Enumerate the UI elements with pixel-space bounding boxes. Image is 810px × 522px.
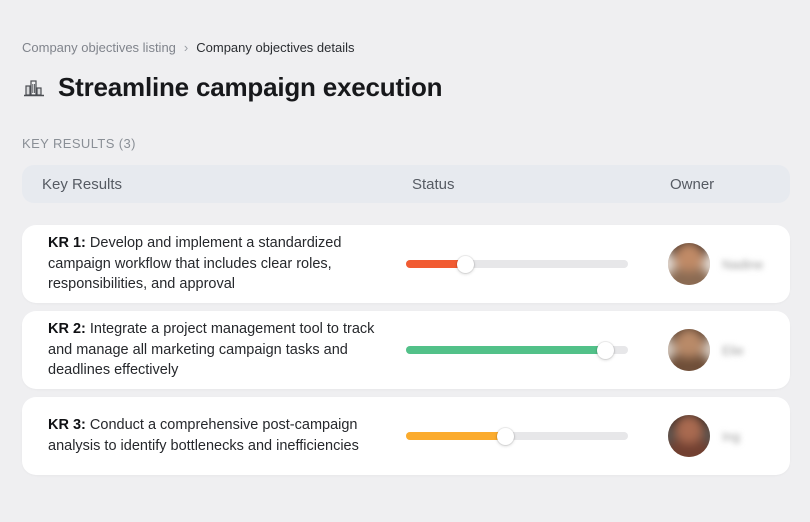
kr2-owner-avatar [668, 329, 710, 371]
column-header-status: Status [412, 175, 455, 193]
table-body: KR 1: Develop and implement a standardiz… [22, 225, 790, 475]
table-row-kr1[interactable]: KR 1: Develop and implement a standardiz… [22, 225, 790, 303]
breadcrumb: Company objectives listing › Company obj… [22, 39, 790, 56]
table-row-kr2[interactable]: KR 2: Integrate a project management too… [22, 311, 790, 389]
column-header-owner: Owner [670, 175, 715, 193]
kr1-label: KR 1: [48, 235, 86, 252]
kr2-description: KR 2: Integrate a project management too… [22, 319, 406, 381]
slider-fill [406, 346, 606, 354]
chevron-right-icon: › [183, 39, 189, 55]
slider-fill [406, 432, 506, 440]
slider-thumb[interactable] [456, 255, 474, 273]
kr1-owner-cell: Nadine [668, 243, 790, 285]
kr1-status-cell [406, 255, 668, 273]
kr2-status-cell [406, 341, 668, 359]
kr2-progress-slider[interactable] [406, 341, 628, 359]
title-row: Streamline campaign execution [22, 72, 790, 103]
kr3-owner-cell: Ing [668, 415, 790, 457]
kr3-status-cell [406, 427, 668, 445]
buildings-icon [22, 76, 46, 100]
kr3-owner-name: Ing [722, 428, 741, 444]
kr3-label: KR 3: [48, 417, 86, 434]
kr2-owner-name: Elie [722, 342, 744, 358]
objective-details-page: Company objectives listing › Company obj… [0, 0, 810, 475]
breadcrumb-objectives-listing[interactable]: Company objectives listing [22, 40, 176, 55]
kr2-owner-cell: Elie [668, 329, 790, 371]
kr3-description: KR 3: Conduct a comprehensive post-campa… [22, 415, 406, 456]
kr1-description: KR 1: Develop and implement a standardiz… [22, 233, 406, 295]
key-results-table: Key Results Status Owner KR 1: Develop a… [22, 165, 790, 475]
kr3-owner-avatar [668, 415, 710, 457]
kr1-owner-name: Nadine [722, 256, 764, 272]
kr2-label: KR 2: [48, 321, 86, 338]
kr3-text: Conduct a comprehensive post-campaign an… [48, 417, 359, 454]
kr1-progress-slider[interactable] [406, 255, 628, 273]
kr1-text: Develop and implement a standardized cam… [48, 235, 342, 293]
table-row-kr3[interactable]: KR 3: Conduct a comprehensive post-campa… [22, 397, 790, 475]
page-title: Streamline campaign execution [58, 72, 443, 102]
kr2-text: Integrate a project management tool to t… [48, 321, 375, 379]
table-header-row: Key Results Status Owner [22, 165, 790, 203]
column-header-key-results: Key Results [42, 175, 123, 193]
slider-thumb[interactable] [596, 341, 614, 359]
slider-thumb[interactable] [496, 427, 514, 445]
breadcrumb-objectives-details: Company objectives details [196, 40, 355, 55]
kr1-owner-avatar [668, 243, 710, 285]
key-results-section-label: KEY RESULTS (3) [22, 136, 136, 151]
kr3-progress-slider[interactable] [406, 427, 628, 445]
